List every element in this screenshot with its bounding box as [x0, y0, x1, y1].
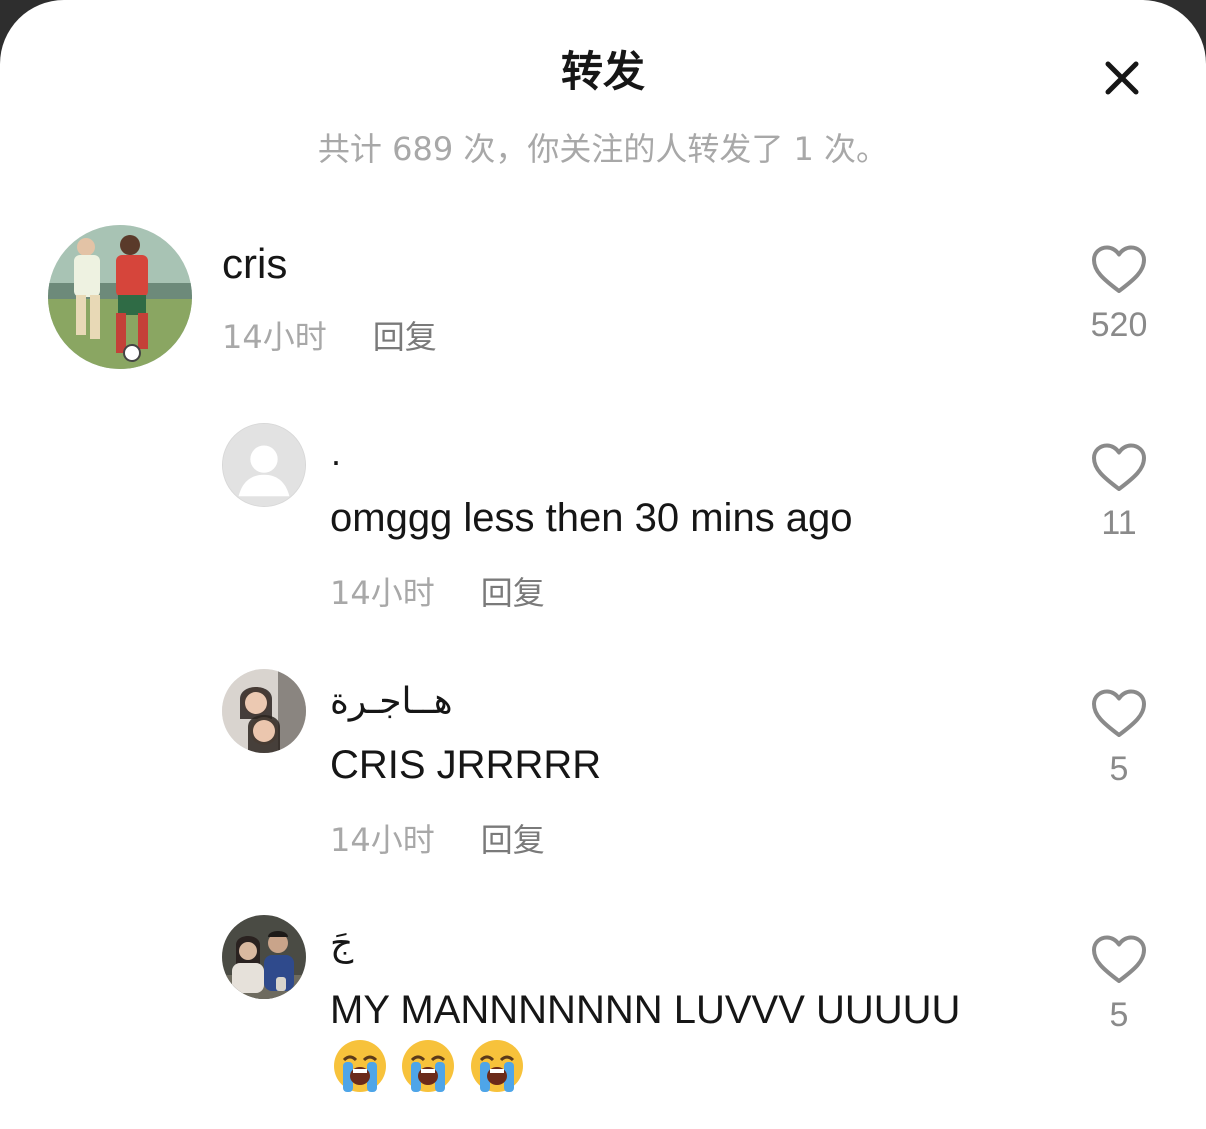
- reposts-sheet: 转发 共计 689 次，你关注的人转发了 1 次。 cris 14小时 回复 5…: [0, 0, 1206, 1129]
- like-count: 5: [1109, 750, 1129, 788]
- avatar[interactable]: [222, 915, 306, 999]
- heart-icon[interactable]: [1090, 442, 1148, 494]
- like-control[interactable]: 5: [1069, 688, 1169, 789]
- loudly-crying-face-icon: [334, 1040, 386, 1092]
- avatar[interactable]: [222, 669, 306, 753]
- comment-emojis: [332, 1038, 533, 1098]
- like-count: 5: [1109, 996, 1129, 1034]
- comment-time: 14小时: [330, 821, 435, 859]
- like-control[interactable]: 520: [1069, 244, 1169, 345]
- comment-time: 14小时: [222, 318, 327, 356]
- comment-meta: 14小时 回复: [222, 312, 437, 358]
- like-control[interactable]: 5: [1069, 934, 1169, 1035]
- default-user-icon: [223, 424, 305, 506]
- repost-summary: 共计 689 次，你关注的人转发了 1 次。: [317, 130, 889, 168]
- comment-meta: 14小时 回复: [330, 568, 545, 614]
- avatar[interactable]: [48, 225, 192, 369]
- comment-text: CRIS JRRRRR: [330, 743, 602, 787]
- comment-text: MY MANNNNNNN LUVVV UUUUU: [330, 988, 961, 1032]
- heart-icon[interactable]: [1090, 934, 1148, 986]
- reply-button[interactable]: 回复: [373, 318, 437, 356]
- commenter-name[interactable]: cris: [222, 240, 287, 288]
- loudly-crying-face-icon: [402, 1040, 455, 1092]
- sheet-title: 转发: [560, 47, 645, 96]
- commenter-name[interactable]: جَ: [330, 922, 353, 964]
- comment-text: omggg less then 30 mins ago: [330, 496, 853, 540]
- loudly-crying-face-icon: [470, 1040, 523, 1092]
- heart-icon[interactable]: [1090, 244, 1148, 296]
- reply-button[interactable]: 回复: [481, 821, 545, 859]
- commenter-name[interactable]: ·: [330, 440, 342, 482]
- reply-button[interactable]: 回复: [481, 574, 545, 612]
- like-count: 11: [1101, 504, 1137, 542]
- comment-time: 14小时: [330, 574, 435, 612]
- like-control[interactable]: 11: [1069, 442, 1169, 543]
- comment-meta: 14小时 回复: [330, 815, 545, 861]
- avatar[interactable]: [222, 423, 306, 507]
- commenter-name[interactable]: هــاجـرة: [330, 680, 453, 722]
- like-count: 520: [1090, 306, 1148, 344]
- heart-icon[interactable]: [1090, 688, 1148, 740]
- close-icon[interactable]: [1096, 52, 1148, 104]
